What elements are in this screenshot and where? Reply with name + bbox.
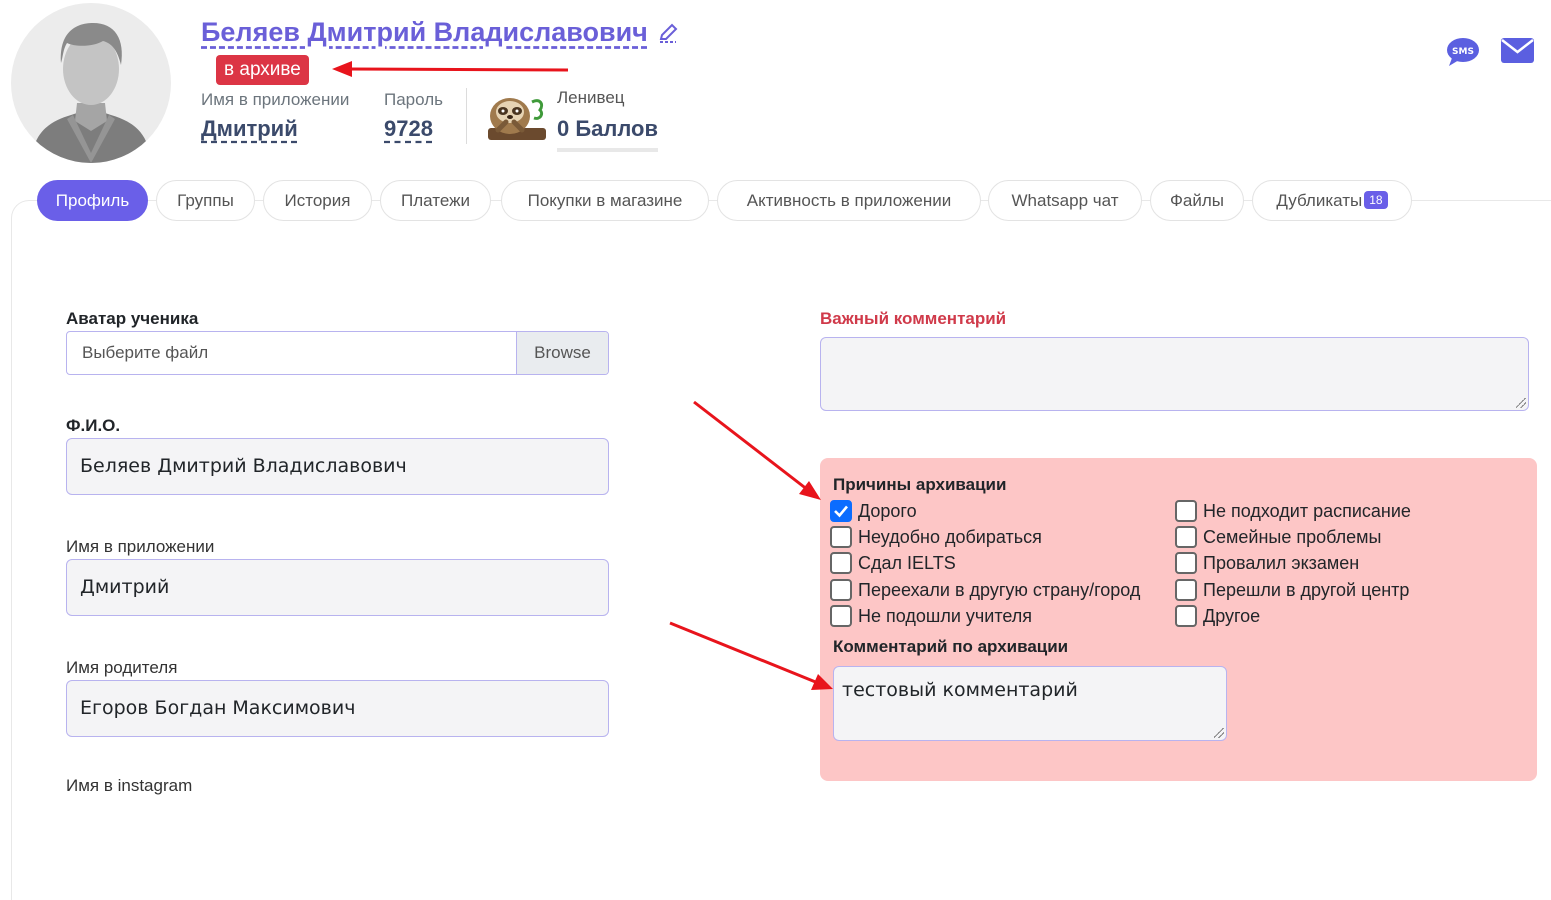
app-name-label: Имя в приложении (201, 90, 350, 109)
checkbox[interactable] (1175, 526, 1197, 548)
checkbox[interactable] (1175, 552, 1197, 574)
resize-handle[interactable] (1516, 398, 1526, 408)
checkbox[interactable] (1175, 579, 1197, 601)
parent-name-input[interactable]: Егоров Богдан Максимович (66, 680, 609, 737)
checkbox[interactable] (1175, 500, 1197, 522)
important-comment-textarea[interactable] (820, 337, 1529, 411)
avatar-file-input[interactable]: Выберите файл Browse (66, 331, 609, 375)
checkbox[interactable] (830, 579, 852, 601)
app-name-input[interactable]: Дмитрий (66, 559, 609, 616)
instagram-label: Имя в instagram (66, 776, 193, 795)
tab-files[interactable]: Файлы (1150, 180, 1244, 221)
resize-handle[interactable] (1214, 728, 1224, 738)
points-value: 0 Баллов (557, 116, 659, 152)
password-label: Пароль (384, 90, 443, 109)
checkbox[interactable] (830, 526, 852, 548)
checkbox[interactable] (830, 605, 852, 627)
app-name-value[interactable]: Дмитрий (201, 116, 298, 142)
file-placeholder: Выберите файл (82, 343, 209, 362)
tab-profile[interactable]: Профиль (37, 180, 148, 221)
archive-comment-label: Комментарий по архивации (833, 637, 1069, 656)
checkbox[interactable] (1175, 605, 1197, 627)
tab-shop-purchases[interactable]: Покупки в магазине (501, 180, 709, 221)
archive-status-badge: в архиве (216, 55, 309, 85)
arrow-to-badge (332, 61, 569, 77)
important-comment-label: Важный комментарий (820, 309, 1007, 328)
browse-button[interactable]: Browse (516, 332, 608, 374)
duplicates-count-badge: 18 (1364, 191, 1388, 209)
person-silhouette-icon (31, 23, 151, 163)
password-value[interactable]: 9728 (384, 116, 433, 142)
fio-label: Ф.И.О. (66, 416, 121, 435)
sms-icon[interactable]: SMS (1446, 37, 1480, 67)
archive-reasons-title: Причины архивации (833, 475, 1007, 494)
student-avatar (11, 3, 171, 163)
fio-input[interactable]: Беляев Дмитрий Владиславович (66, 438, 609, 495)
check-icon (834, 505, 848, 518)
checkbox[interactable] (830, 552, 852, 574)
svg-text:SMS: SMS (1452, 47, 1474, 57)
parent-name-label: Имя родителя (66, 658, 178, 677)
sloth-level-icon (488, 98, 546, 140)
tab-payments[interactable]: Платежи (380, 180, 491, 221)
meta-divider (466, 88, 467, 144)
tab-whatsapp-chat[interactable]: Whatsapp чат (988, 180, 1142, 221)
student-name-link[interactable]: Беляев Дмитрий Владиславович (201, 17, 648, 48)
tab-groups[interactable]: Группы (156, 180, 255, 221)
tab-duplicates[interactable]: Дубликаты 18 (1252, 180, 1412, 221)
app-name-field-label: Имя в приложении (66, 537, 215, 556)
level-name: Ленивец (557, 88, 625, 107)
tab-app-activity[interactable]: Активность в приложении (717, 180, 981, 221)
pencil-icon[interactable] (657, 22, 679, 44)
tab-history[interactable]: История (263, 180, 372, 221)
archive-comment-textarea[interactable]: тестовый комментарий (833, 666, 1227, 741)
avatar-label: Аватар ученика (66, 309, 199, 328)
checkbox-checked[interactable] (830, 500, 852, 522)
mail-icon[interactable] (1501, 38, 1534, 63)
